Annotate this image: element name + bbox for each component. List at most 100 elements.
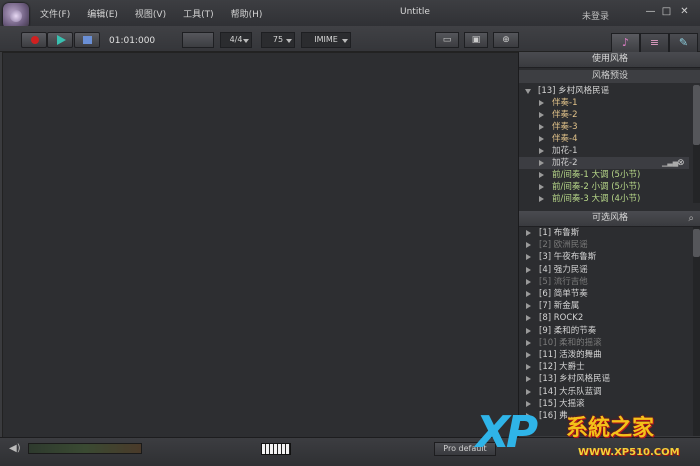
style-item[interactable]: [4] 强力民谣 xyxy=(519,264,689,276)
notes-icon: ≡ xyxy=(649,36,660,49)
expand-arrow-icon xyxy=(526,376,531,383)
preset-scrollbar[interactable] xyxy=(693,85,700,203)
preset-item[interactable]: 伴奏-3 xyxy=(519,121,689,133)
style-scroll-thumb[interactable] xyxy=(693,229,700,257)
tab-lyrics[interactable]: ≡ xyxy=(640,33,669,52)
stop-button[interactable] xyxy=(74,32,100,48)
expand-arrow-icon xyxy=(526,315,531,322)
style-item[interactable]: [2] 欧洲民谣 xyxy=(519,239,689,251)
arrangement-canvas[interactable] xyxy=(2,52,519,438)
preset-item[interactable]: 伴奏-2 xyxy=(519,109,689,121)
play-button[interactable] xyxy=(47,32,73,48)
time-signature-value: 4/4 xyxy=(229,35,243,44)
window-title: Untitle xyxy=(400,7,430,17)
expand-arrow-icon xyxy=(526,339,531,346)
preset-item-label: 伴奏-1 xyxy=(552,98,578,108)
preset-scroll-thumb[interactable] xyxy=(693,85,700,145)
record-button[interactable] xyxy=(21,32,47,48)
save-button[interactable]: ▣ xyxy=(464,32,488,48)
preset-item-label: 前/间奏-1 大调 (5小节) xyxy=(552,170,641,180)
expand-arrow-icon xyxy=(539,124,544,130)
piano-keyboard-icon[interactable] xyxy=(261,443,291,455)
preset-item[interactable]: 加花-2 ▁▃▅ ⊗ xyxy=(519,157,689,169)
minimize-button[interactable]: — xyxy=(644,6,657,19)
style-item[interactable]: [11] 活泼的舞曲 xyxy=(519,349,689,361)
preset-item[interactable]: 前/间奏-3 大调 (4小节) xyxy=(519,193,689,205)
menu-bar: 文件(F) 编辑(E) 视图(V) 工具(T) 帮助(H) xyxy=(40,7,279,20)
expand-arrow-icon xyxy=(539,148,544,154)
watermark-url: WWW.XP510.COM xyxy=(578,447,680,458)
preset-item[interactable]: 前/间奏-1 大调 (5小节) xyxy=(519,169,689,181)
expand-arrow-icon xyxy=(539,136,544,142)
preset-item[interactable]: 加花-1 xyxy=(519,145,689,157)
style-item-label: [14] 大乐队蓝调 xyxy=(539,386,602,397)
expand-arrow-icon xyxy=(526,266,531,273)
style-item[interactable]: [12] 大爵士 xyxy=(519,361,689,373)
style-item-label: [9] 柔和的节奏 xyxy=(539,325,597,336)
remove-icon[interactable]: ⊗ xyxy=(677,157,685,169)
preset-item[interactable]: 伴奏-1 xyxy=(519,97,689,109)
use-style-header: 使用风格 xyxy=(519,52,700,68)
menu-edit[interactable]: 编辑(E) xyxy=(87,7,118,20)
search-icon[interactable]: ⌕ xyxy=(688,211,694,226)
stop-icon xyxy=(83,36,92,44)
style-item[interactable]: [7] 新金属 xyxy=(519,300,689,312)
menu-view[interactable]: 视图(V) xyxy=(135,7,166,20)
login-status[interactable]: 未登录 xyxy=(582,9,609,22)
expand-arrow-icon xyxy=(526,352,531,358)
expand-arrow-icon xyxy=(539,184,544,190)
expand-arrow-icon xyxy=(539,160,544,166)
guitar-icon: ♪ xyxy=(621,36,630,49)
preset-item-label: 前/间奏-3 大调 (4小节) xyxy=(552,194,641,204)
tab-vocal[interactable]: ✎ xyxy=(669,33,698,52)
tempo-value: 75 xyxy=(272,35,284,44)
time-signature-select[interactable]: 4/4 xyxy=(220,32,252,48)
style-item[interactable]: [13] 乡村风格民谣 xyxy=(519,373,689,385)
microphone-icon: ✎ xyxy=(678,36,689,49)
grid-toggle-button[interactable] xyxy=(182,32,214,48)
export-icon: ⊕ xyxy=(502,35,510,45)
collapse-arrow-icon xyxy=(525,89,531,94)
preset-item-label: 前/间奏-2 小调 (5小节) xyxy=(552,182,641,192)
style-item[interactable]: [9] 柔和的节奏 xyxy=(519,325,689,337)
preset-item-label: 伴奏-3 xyxy=(552,122,578,132)
style-item-label: [12] 大爵士 xyxy=(539,362,585,373)
export-button[interactable]: ⊕ xyxy=(493,32,519,48)
folder-icon: ▭ xyxy=(442,35,452,45)
style-item[interactable]: [1] 布鲁斯 xyxy=(519,227,689,239)
tempo-select[interactable]: 75 xyxy=(261,32,295,48)
expand-arrow-icon xyxy=(526,303,531,310)
available-styles-header: 可选风格 ⌕ xyxy=(519,211,700,227)
style-item[interactable]: [10] 柔和的摇滚 xyxy=(519,337,689,349)
preset-item-label: 伴奏-2 xyxy=(552,110,578,120)
close-button[interactable]: ✕ xyxy=(678,6,691,19)
expand-arrow-icon xyxy=(526,291,531,297)
preset-item[interactable]: 前/间奏-2 小调 (5小节) xyxy=(519,181,689,193)
speaker-icon[interactable]: ◀) xyxy=(9,443,21,454)
style-item-label: [10] 柔和的摇滚 xyxy=(539,337,602,348)
open-folder-button[interactable]: ▭ xyxy=(435,32,459,48)
maximize-button[interactable]: □ xyxy=(660,6,673,19)
preset-item[interactable]: 伴奏-4 xyxy=(519,133,689,145)
menu-file[interactable]: 文件(F) xyxy=(40,7,70,20)
preset-root-label: [13] 乡村风格民谣 xyxy=(538,86,610,96)
expand-arrow-icon xyxy=(539,196,544,202)
preset-root-item[interactable]: [13] 乡村风格民谣 xyxy=(519,85,689,97)
input-mode-value: IMIME xyxy=(314,35,338,44)
expand-arrow-icon xyxy=(526,327,531,334)
preset-item-label: 加花-1 xyxy=(552,146,578,156)
tab-style[interactable]: ♪ xyxy=(611,33,640,52)
style-item[interactable]: [5] 流行吉他 xyxy=(519,276,689,288)
style-item[interactable]: [6] 简单节奏 xyxy=(519,288,689,300)
menu-help[interactable]: 帮助(H) xyxy=(231,7,263,20)
style-item[interactable]: [14] 大乐队蓝调 xyxy=(519,386,689,398)
style-item[interactable]: [8] ROCK2 xyxy=(519,312,689,324)
transport-toolbar: 01:01:000 4/4 75 IMIME ▭ ▣ ⊕ xyxy=(0,26,700,52)
style-item[interactable]: [3] 午夜布鲁斯 xyxy=(519,251,689,263)
style-panel: 使用风格 风格预设 [13] 乡村风格民谣 伴奏-1 伴奏-2 伴奏-3 伴奏-4 加花… xyxy=(518,52,700,436)
menu-tools[interactable]: 工具(T) xyxy=(183,7,214,20)
available-styles-label: 可选风格 xyxy=(591,213,628,223)
chevron-down-icon xyxy=(342,39,348,43)
input-mode-select[interactable]: IMIME xyxy=(301,32,351,48)
style-item-label: [8] ROCK2 xyxy=(539,313,584,324)
